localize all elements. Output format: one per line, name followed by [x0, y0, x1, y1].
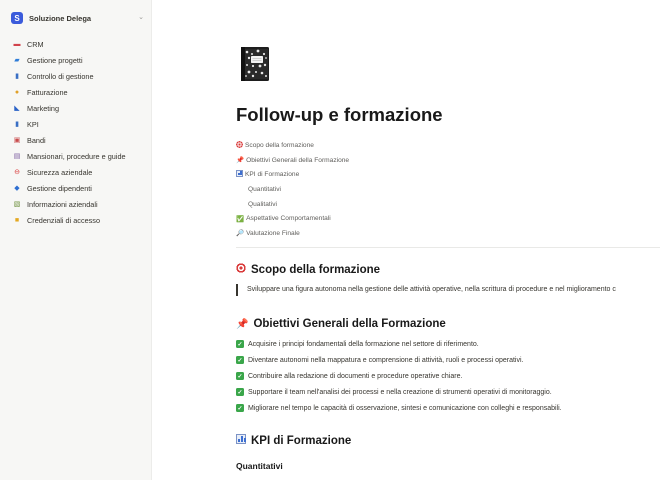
toc-item[interactable]: 📌 Obiettivi Generali della Formazione — [236, 153, 660, 168]
sidebar-item[interactable]: ◣ Marketing — [8, 100, 146, 116]
toc-item-label: Scopo della formazione — [245, 141, 314, 149]
sidebar-item-label: Gestione progetti — [27, 55, 83, 65]
sidebar-item[interactable]: ▬ CRM — [8, 36, 146, 52]
list-item: ✓ Acquisire i principi fondamentali della… — [236, 336, 660, 352]
toc-item[interactable]: Quantitativi — [236, 182, 660, 197]
pushpin-icon: 📌 — [236, 318, 249, 330]
check-mark-icon: ✓ — [236, 388, 244, 396]
chart-icon: ▮ — [15, 73, 19, 80]
sidebar-item[interactable]: ■ Credenziali di accesso — [8, 212, 146, 228]
list-item-text: Diventare autonomi nella mappatura e com… — [248, 356, 524, 364]
sidebar-item[interactable]: ▤ Mansionari, procedure e guide — [8, 148, 146, 164]
no-entry-icon: ⊖ — [14, 169, 20, 176]
toc-item-label: Valutazione Finale — [246, 229, 300, 237]
toc-item-label: KPI di Formazione — [245, 171, 300, 179]
check-mark-icon: ✓ — [236, 340, 244, 348]
bar-chart-icon — [236, 434, 246, 447]
sidebar-item-label: Sicurezza aziendale — [27, 167, 93, 177]
list-item: ✓ Contribuire alla redazione di documenti… — [236, 368, 660, 384]
money-bag-icon: ● — [14, 88, 20, 96]
divider — [236, 247, 660, 248]
toc-item-label: Quantitativi — [248, 185, 281, 193]
toc-item[interactable]: Qualitativi — [236, 197, 660, 212]
heading-obiettivi-text: Obiettivi Generali della Formazione — [253, 318, 446, 330]
bar-chart-icon — [236, 170, 243, 179]
list-item: ✓ Diventare autonomi nella mappatura e co… — [236, 352, 660, 368]
sidebar-item-label: Marketing — [27, 103, 60, 113]
sidebar-item-label: Fatturazione — [27, 87, 68, 97]
sidebar-item-label: Mansionari, procedure e guide — [27, 151, 126, 161]
sidebar-item[interactable]: ⊖ Sicurezza aziendale — [8, 164, 146, 180]
sidebar-item[interactable]: ▰ Gestione progetti — [8, 52, 146, 68]
toc-item-label: Obiettivi Generali della Formazione — [246, 156, 350, 164]
workspace-switcher[interactable]: S Soluzione Delega ⌄ — [8, 9, 148, 27]
toc-emoji-icon: 📌 — [236, 157, 245, 165]
sidebar-item-label: Bandi — [27, 135, 46, 145]
sidebar-item-label: Controllo di gestione — [27, 71, 94, 81]
sidebar-item-label: Informazioni aziendali — [27, 199, 98, 209]
heading-scopo: Scopo della formazione — [236, 263, 380, 276]
sidebar-item[interactable]: ▧ Informazioni aziendali — [8, 196, 146, 212]
sidebar-item[interactable]: ▮ KPI — [8, 116, 146, 132]
calendar-icon: ▣ — [13, 137, 21, 144]
red-box-icon: ▬ — [13, 40, 21, 48]
sidebar-item-label: KPI — [27, 119, 39, 129]
check-mark-icon: ✓ — [236, 356, 244, 364]
megaphone-icon: ◣ — [14, 105, 20, 112]
chevron-down-icon[interactable]: ⌄ — [138, 13, 144, 21]
toc-emoji-icon: ✅ — [236, 215, 245, 223]
list-item-text: Contribuire alla redazione di documenti … — [248, 372, 463, 380]
heading-obiettivi: 📌 Obiettivi Generali della Formazione — [236, 318, 446, 330]
list-item-text: Supportare il team nell'analisi dei proc… — [248, 388, 552, 396]
workspace-logo: S — [11, 12, 23, 24]
quote-block: Sviluppare una figura autonoma nella ges… — [236, 284, 660, 296]
heading-kpi: KPI di Formazione — [236, 434, 351, 447]
memo-icon: ▧ — [13, 201, 21, 208]
bar-chart-icon: ▮ — [15, 121, 19, 128]
target-icon — [236, 263, 246, 276]
table-of-contents: Scopo della formazione 📌 Obiettivi General… — [236, 138, 660, 241]
toc-item[interactable]: Scopo della formazione — [236, 138, 660, 153]
toc-item[interactable]: ✅ Aspettative Comportamentali — [236, 211, 660, 226]
sidebar-item-label: Gestione dipendenti — [27, 183, 92, 193]
target-icon — [236, 140, 243, 150]
lock-icon: ■ — [14, 216, 20, 224]
toc-item-label: Qualitativi — [248, 200, 277, 208]
sidebar-item[interactable]: ◆ Gestione dipendenti — [8, 180, 146, 196]
sidebar-item[interactable]: ● Fatturazione — [8, 84, 146, 100]
list-item: ✓ Supportare il team nell'analisi dei pro… — [236, 384, 660, 400]
toc-item[interactable]: KPI di Formazione — [236, 167, 660, 182]
check-mark-icon: ✓ — [236, 404, 244, 412]
composition-notebook-icon[interactable] — [236, 45, 272, 83]
page-title: Follow-up e formazione — [236, 104, 443, 125]
sidebar-item[interactable]: ▮ Controllo di gestione — [8, 68, 146, 84]
sidebar-item-label: Credenziali di accesso — [27, 215, 101, 225]
toc-item-label: Aspettative Comportamentali — [246, 215, 331, 223]
sidebar: S Soluzione Delega ⌄ ▬ CRM ▰ Gestione proge… — [0, 0, 152, 480]
list-item-text: Migliorare nel tempo le capacità di osse… — [248, 404, 562, 412]
heading-quantitativi: Quantitativi — [236, 461, 283, 471]
sidebar-item-label: CRM — [27, 39, 44, 49]
book-icon: ▤ — [13, 153, 21, 160]
workspace-name: Soluzione Delega — [29, 13, 92, 23]
toc-emoji-icon: 🔎 — [236, 230, 245, 238]
check-mark-icon: ✓ — [236, 372, 244, 380]
heading-kpi-text: KPI di Formazione — [251, 434, 352, 447]
heading-scopo-text: Scopo della formazione — [251, 263, 381, 276]
people-icon: ◆ — [14, 185, 20, 192]
toc-item[interactable]: 🔎 Valutazione Finale — [236, 226, 660, 241]
sidebar-nav: ▬ CRM ▰ Gestione progetti ▮ Controllo di gest… — [8, 36, 146, 228]
list-item-text: Acquisire i principi fondamentali della … — [248, 340, 479, 348]
list-item: ✓ Migliorare nel tempo le capacità di oss… — [236, 400, 660, 416]
folder-icon: ▰ — [14, 57, 20, 64]
page-content: Follow-up e formazione Scopo della forma… — [152, 0, 660, 480]
objectives-list: ✓ Acquisire i principi fondamentali della… — [236, 336, 660, 416]
sidebar-item[interactable]: ▣ Bandi — [8, 132, 146, 148]
